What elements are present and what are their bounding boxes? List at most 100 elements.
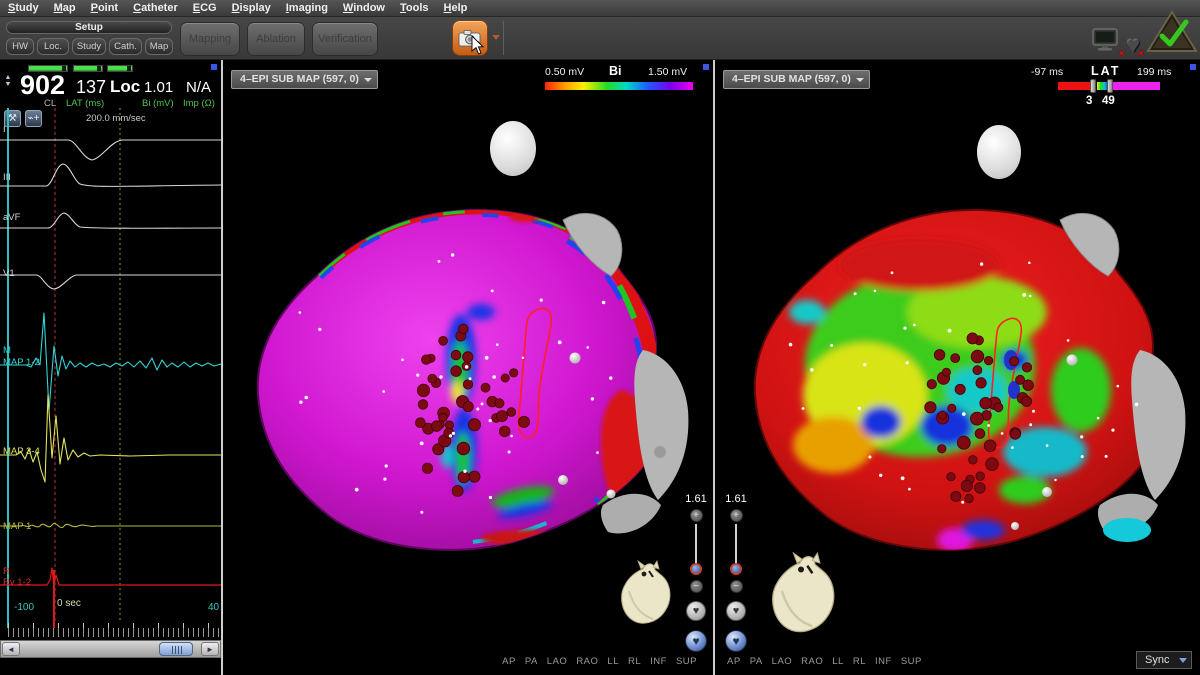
catheter-electrode-sphere [1042,487,1052,497]
menu-display[interactable]: Display [232,2,271,14]
heart-view-button[interactable]: ♥ [726,601,746,621]
ecg-scrollbar[interactable]: ◄ ► [0,640,221,658]
ecg-waveform-canvas[interactable] [0,108,221,628]
ablation-mode-button[interactable]: Ablation [247,22,305,56]
orientation-inf[interactable]: INF [650,656,667,667]
setup-hw-button[interactable]: HW [6,38,34,55]
setup-group-label: Setup [6,21,172,34]
trace-label: III [3,172,11,183]
heart-surface[interactable] [258,210,689,550]
trace-III [0,164,221,186]
map-zoom-controls: 1.61 + − ♥ ♥ [723,493,749,652]
trace-MAP1 [0,523,221,527]
mouse-cursor [471,36,485,56]
trace-label: R [3,566,10,577]
panel-corner-button[interactable] [211,64,217,70]
system-ok-triangle-icon[interactable] [1146,10,1198,58]
orientation-rao[interactable]: RAO [801,656,823,667]
orientation-pa[interactable]: PA [525,656,538,667]
imp-value: N/A [186,79,211,96]
trace-aVF [0,213,221,228]
orientation-lao[interactable]: LAO [547,656,568,667]
trace-label: MAP 1 [3,521,31,532]
orientation-reference-heart[interactable] [760,548,842,644]
orientation-presets: AP PA LAO RAO LL RL INF SUP [502,656,697,667]
menu-catheter[interactable]: Catheter [133,2,178,14]
zoom-in-button[interactable]: + [730,509,743,522]
orientation-sup[interactable]: SUP [901,656,922,667]
setup-study-button[interactable]: Study [72,38,106,55]
zoom-slider-track[interactable] [695,524,697,568]
sync-dropdown[interactable]: Sync [1136,651,1192,669]
verification-mode-button[interactable]: Verification [312,22,378,56]
orientation-rl[interactable]: RL [853,656,866,667]
zoom-slider-thumb[interactable] [730,563,742,575]
orientation-inf[interactable]: INF [875,656,892,667]
heart-surface[interactable] [755,210,1186,552]
menu-point[interactable]: Point [91,2,119,14]
menu-imaging[interactable]: Imaging [286,2,328,14]
time-zero-label: 0 sec [57,598,81,609]
orientation-sup[interactable]: SUP [676,656,697,667]
orientation-rao[interactable]: RAO [576,656,598,667]
lat-map-panel: 4–EPI SUB MAP (597, 0) -97 ms LAT 199 ms… [715,60,1200,675]
zoom-out-button[interactable]: − [730,580,743,593]
menu-study[interactable]: Study [8,2,39,14]
orientation-ll[interactable]: LL [607,656,619,667]
loc-value: Loc [110,77,140,97]
zoom-in-button[interactable]: + [690,509,703,522]
main-toolbar: Setup HW Loc. Study Cath. Map Mapping Ab… [0,17,1200,60]
menu-bar: Study Map Point Catheter ECG Display Ima… [0,0,1200,17]
sync-label: Sync [1145,654,1169,666]
time-ruler [8,628,221,637]
trace-V1 [0,275,221,289]
rotate-view-button[interactable]: ♥ [725,630,747,652]
orientation-rl[interactable]: RL [628,656,641,667]
scrollbar-thumb[interactable] [159,642,193,656]
mapping-mode-button[interactable]: Mapping [180,22,240,56]
bi-value: 1.01 [144,79,173,96]
scroll-right-button[interactable]: ► [201,642,219,656]
zoom-value: 1.61 [725,493,746,505]
beat-spinner[interactable]: ▲▼ [2,74,14,88]
status-icon-area: × ♥ × [1091,17,1198,60]
trace-label: M [3,345,11,356]
gray-sphere [654,446,666,458]
camera-dropdown-caret[interactable] [492,35,500,40]
signal-quality-bar [73,65,103,72]
signal-quality-bar [107,65,133,72]
orientation-lao[interactable]: LAO [772,656,793,667]
heart-view-button[interactable]: ♥ [686,601,706,621]
carto-application-window: Study Map Point Catheter ECG Display Ima… [0,0,1200,675]
chevron-down-icon [1179,658,1187,663]
scroll-left-button[interactable]: ◄ [2,642,20,656]
menu-ecg[interactable]: ECG [193,2,217,14]
heart-reference-disconnected-icon[interactable]: ♥ × [1127,32,1140,58]
zoom-out-button[interactable]: − [690,580,703,593]
map-zoom-controls: 1.61 + − ♥ ♥ [683,493,709,652]
menu-map[interactable]: Map [54,2,76,14]
orientation-ap[interactable]: AP [502,656,516,667]
menu-window[interactable]: Window [343,2,385,14]
rotate-view-button[interactable]: ♥ [685,630,707,652]
orientation-reference-heart[interactable] [613,557,675,633]
trace-MAP3-4 [0,395,221,482]
setup-map-button[interactable]: Map [145,38,173,55]
menu-help[interactable]: Help [444,2,468,14]
orientation-pa[interactable]: PA [750,656,763,667]
toolbar-separator [503,21,504,55]
time-end-label: 40 [208,602,219,613]
orientation-ll[interactable]: LL [832,656,844,667]
catheter-electrode-sphere [1067,355,1078,366]
trace-RV1-2 [0,568,221,585]
monitor-disconnected-icon[interactable]: × [1091,27,1121,58]
time-start-label: -100 [14,602,34,613]
setup-loc-button[interactable]: Loc. [37,38,69,55]
setup-cath-button[interactable]: Cath. [109,38,142,55]
ecg-header: ▲▼ 902 CL 137 LAT (ms) Loc 1.01 Bi (mV) … [0,60,221,108]
zoom-slider-track[interactable] [735,524,737,568]
menu-tools[interactable]: Tools [400,2,429,14]
orientation-ap[interactable]: AP [727,656,741,667]
zoom-slider-thumb[interactable] [690,563,702,575]
ecg-panel: ▲▼ 902 CL 137 LAT (ms) Loc 1.01 Bi (mV) … [0,60,221,675]
